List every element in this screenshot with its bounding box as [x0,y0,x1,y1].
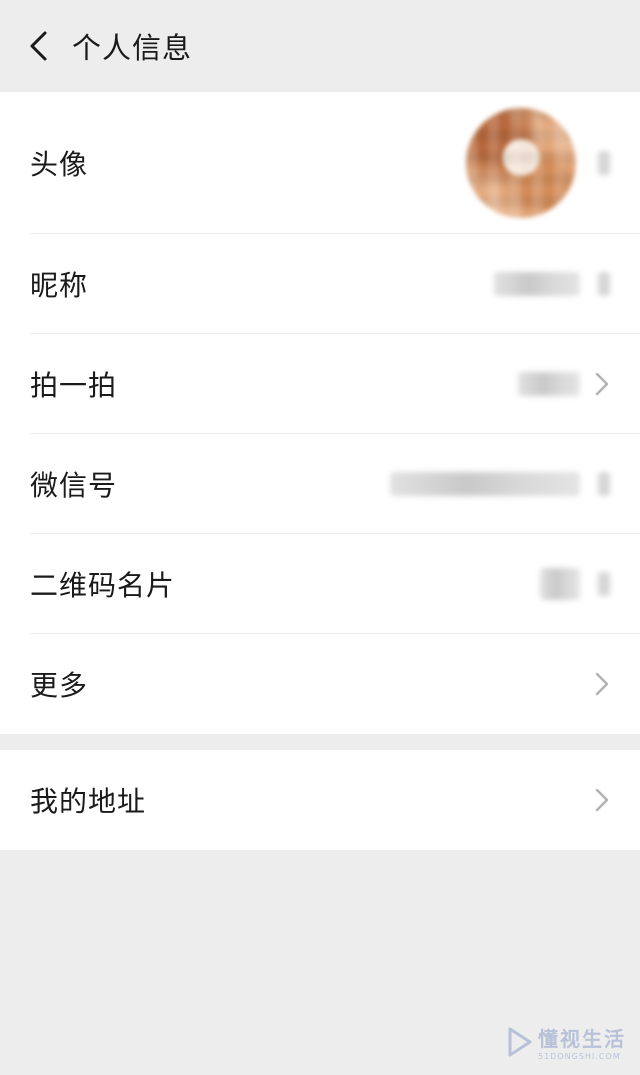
chevron-right-icon [598,272,610,296]
qr-code-row[interactable]: 二维码名片 [0,534,640,634]
address-section: 我的地址 [0,750,640,850]
pat-label: 拍一拍 [30,369,118,402]
page-title: 个人信息 [72,31,193,65]
chevron-right-icon [598,472,610,496]
pat-value [518,372,580,396]
avatar-label: 头像 [30,148,89,181]
my-address-row[interactable]: 我的地址 [0,750,640,850]
chevron-right-icon [598,151,610,175]
nickname-value [494,272,580,296]
top-bar: 个人信息 [0,0,640,92]
chevron-right-icon [598,572,610,596]
watermark: 懂视生活 51DONGSHI.COM [506,1023,626,1061]
chevron-right-icon [595,372,609,396]
nickname-row[interactable]: 昵称 [0,234,640,334]
avatar-row[interactable]: 头像 [0,92,640,234]
wechat-id-label: 微信号 [30,469,118,502]
more-row[interactable]: 更多 [0,634,640,734]
chevron-right-icon [595,672,609,696]
play-logo-icon [508,1027,532,1057]
qr-code-icon [540,568,580,600]
chevron-left-icon [30,31,47,61]
avatar [466,108,576,218]
profile-section: 头像 昵称 拍一拍 微信号 二维码名片 更多 [0,92,640,734]
wechat-id-row[interactable]: 微信号 [0,434,640,534]
watermark-text: 懂视生活 [538,1027,626,1051]
nickname-label: 昵称 [30,269,89,302]
more-label: 更多 [30,669,89,702]
qr-code-label: 二维码名片 [30,569,176,602]
back-button[interactable] [22,26,54,66]
wechat-id-value [390,472,580,496]
pat-row[interactable]: 拍一拍 [0,334,640,434]
chevron-right-icon [595,788,609,812]
my-address-label: 我的地址 [30,785,147,818]
watermark-subtext: 51DONGSHI.COM [538,1052,621,1061]
